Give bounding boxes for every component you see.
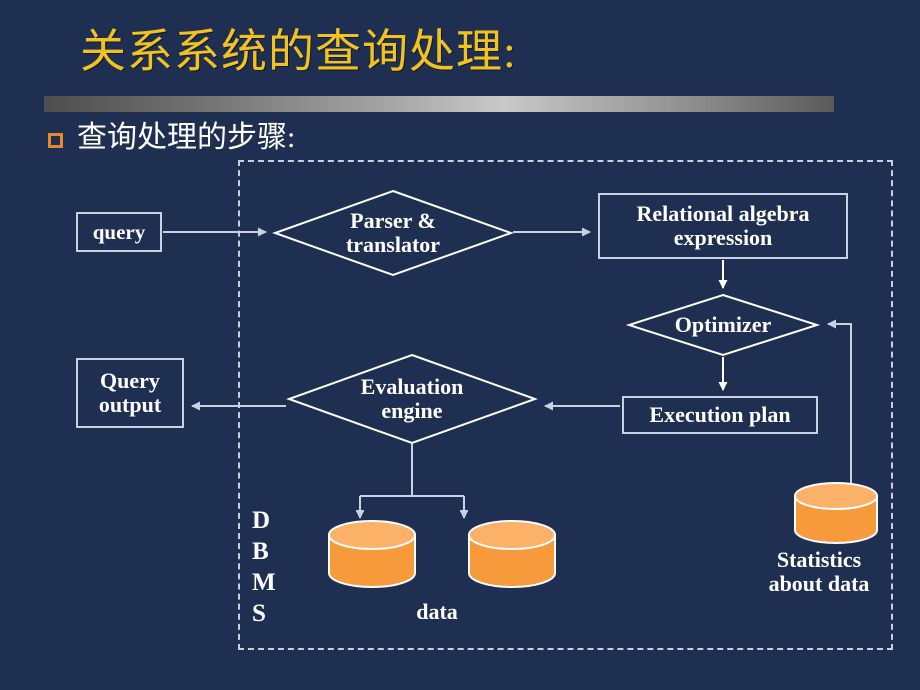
node-execution-plan: Execution plan (622, 396, 818, 434)
node-parser-translator: Parser & translator (272, 189, 514, 277)
node-query: query (76, 212, 162, 252)
node-evaluation-engine: Evaluation engine (286, 353, 538, 445)
node-query-output: Query output (76, 358, 184, 428)
statistics-cylinder-icon (792, 482, 880, 544)
bullet-row: 查询处理的步骤: (48, 120, 295, 156)
database-cylinder-icon (326, 520, 418, 588)
page-title: 关系系统的查询处理: (80, 26, 517, 77)
title-divider-bar (44, 96, 834, 112)
node-optimizer: Optimizer (625, 293, 821, 357)
statistics-label: Statistics about data (768, 547, 870, 596)
slide-canvas: 关系系统的查询处理: 查询处理的步骤: query Parser & trans… (0, 0, 920, 690)
data-label: data (416, 599, 458, 624)
node-relational-algebra-expression: Relational algebra expression (598, 193, 848, 259)
dbms-vertical-label: DBMS (252, 507, 276, 627)
bullet-text: 查询处理的步骤: (77, 121, 296, 154)
square-bullet-icon (48, 132, 63, 148)
database-cylinder-icon (466, 520, 558, 588)
